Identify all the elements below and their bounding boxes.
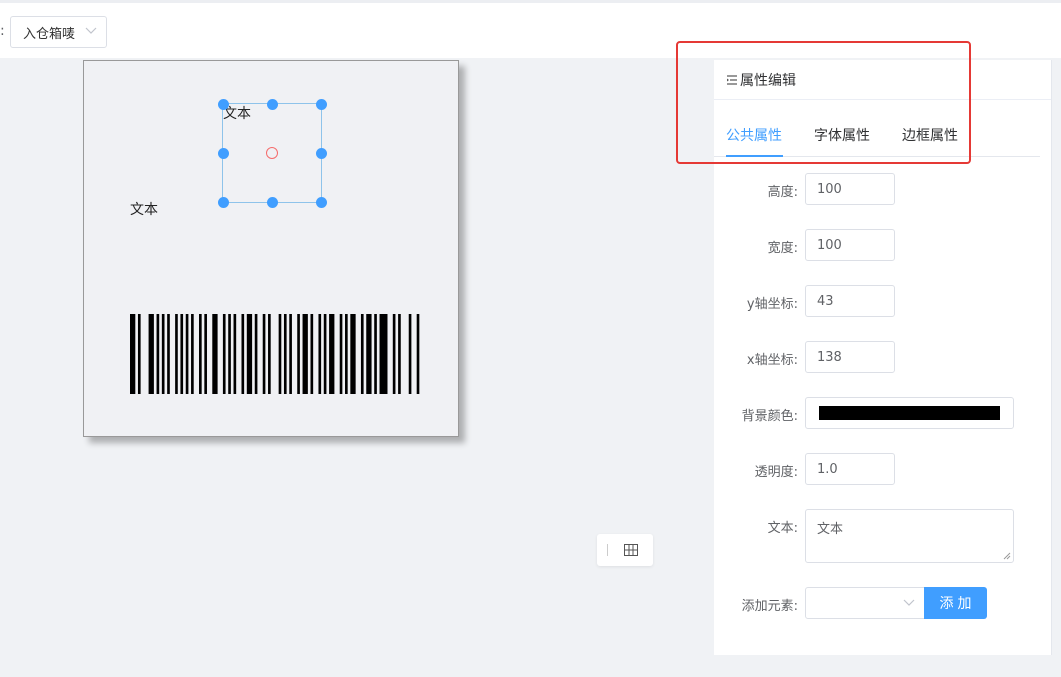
barcode-bar [254,314,258,394]
tab-border-properties[interactable]: 边框属性 [902,125,958,145]
barcode-bar [310,314,314,394]
width-input[interactable]: 100 [805,229,895,261]
panel-header: 属性编辑 [714,60,1052,100]
resize-handle-bottom[interactable] [266,196,278,208]
background-color-label: 背景颜色: [741,409,798,424]
resize-handle-top[interactable] [266,98,278,110]
barcode-bar [398,314,401,394]
barcode-bar [289,314,292,394]
resize-handle-bottom-left[interactable] [217,196,229,208]
barcode-bar [366,314,372,394]
selection-box[interactable] [217,98,327,208]
tab-font-properties[interactable]: 字体属性 [814,125,870,145]
add-element-button[interactable]: 添加 [924,587,987,619]
barcode-bar [156,314,160,394]
resize-grip-icon[interactable] [1003,552,1011,560]
panel-title: 属性编辑 [740,72,796,89]
barcode-bar [374,314,377,394]
height-input[interactable]: 100 [805,173,895,205]
text-textarea[interactable]: 文本 [805,509,1014,563]
template-type-select[interactable]: 入仓箱唛 [10,16,107,48]
barcode-bar [130,314,136,394]
barcode-bar [318,314,322,394]
opacity-input[interactable]: 1.0 [805,453,895,485]
barcode-bar [268,314,271,394]
resize-handle-top-left[interactable] [217,98,229,110]
y-coordinate-input[interactable]: 43 [805,285,895,317]
barcode-bar [278,314,282,394]
background-color-picker[interactable] [805,397,1014,429]
y-coordinate-label: y轴坐标: [746,297,798,312]
toolbar-divider [607,544,608,556]
barcode-bar [283,314,287,394]
barcode-bar [329,314,335,394]
barcode-bar [408,314,412,394]
barcode-bar [302,314,308,394]
canvas-text-element[interactable]: 文本 [130,199,158,219]
barcode-bar [148,314,154,394]
x-coordinate-label: x轴坐标: [746,353,798,368]
list-icon [727,74,737,85]
barcode-bar [241,314,245,394]
barcode-bar [360,314,364,394]
barcode-bar [222,314,226,394]
resize-handle-right[interactable] [315,147,327,159]
chevron-down-icon [85,27,97,34]
chevron-down-icon [903,599,915,606]
resize-handle-top-right[interactable] [315,98,327,110]
add-element-label: 添加元素: [741,599,798,614]
barcode-bar [212,314,218,394]
text-label: 文本: [767,521,798,536]
barcode-bar [379,314,388,394]
barcode-bar [323,314,327,394]
barcode-bar [191,314,194,394]
barcode-bar [228,314,231,394]
scrollbar-track[interactable] [1051,60,1052,655]
barcode-bar [297,314,300,394]
barcode-bar [345,314,348,394]
top-toolbar: : 入仓箱唛 [0,0,1061,58]
width-label: 宽度: [767,241,798,256]
resize-handle-left[interactable] [217,147,229,159]
barcode-bar [199,314,202,394]
barcode-bar [161,314,165,394]
opacity-label: 透明度: [754,465,798,480]
rotate-center-icon[interactable] [266,147,278,159]
barcode-element[interactable] [130,314,422,394]
grid-icon[interactable] [624,544,638,556]
text-textarea-value: 文本 [817,522,844,537]
select-label-colon: : [0,23,5,39]
barcode-bar [350,314,356,394]
add-element-select[interactable] [805,587,925,619]
barcode-bar [233,314,237,394]
barcode-bar [185,314,189,394]
barcode-bar [392,314,396,394]
barcode-bar [137,314,141,394]
active-tab-indicator [726,155,783,157]
height-label: 高度: [767,185,798,200]
x-coordinate-input[interactable]: 138 [805,341,895,373]
barcode-bar [262,314,266,394]
tab-common-properties[interactable]: 公共属性 [726,125,782,145]
barcode-bar [416,314,420,394]
resize-handle-bottom-right[interactable] [315,196,327,208]
barcode-bar [339,314,343,394]
property-panel: 属性编辑 公共属性 字体属性 边框属性 高度: 100 宽度: 100 y轴坐标… [714,60,1052,655]
canvas-mini-toolbar [597,534,653,566]
barcode-bar [180,314,184,394]
label-canvas[interactable]: 文本 文本 [83,60,459,437]
barcode-bar [175,314,178,394]
property-tabs: 公共属性 字体属性 边框属性 [714,100,1040,157]
barcode-bar [167,314,170,394]
template-type-value: 入仓箱唛 [23,26,76,42]
color-swatch [819,406,1000,420]
barcode-bar [204,314,207,394]
barcode-bar [246,314,253,394]
